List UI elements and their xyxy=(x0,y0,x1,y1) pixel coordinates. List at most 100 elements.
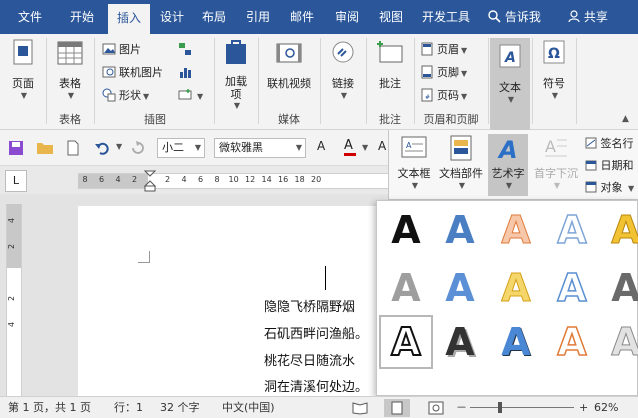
language[interactable]: 中文(中国) xyxy=(222,397,275,418)
save-icon[interactable] xyxy=(8,140,24,156)
wordart-style-blue[interactable]: A xyxy=(433,203,487,257)
quickparts-button[interactable]: 文档部件 ▼ xyxy=(435,134,487,190)
screenshot-button[interactable]: ▼ xyxy=(178,86,203,106)
table-button[interactable]: 表格 ▼ xyxy=(50,38,90,100)
pictures-button[interactable]: 图片 xyxy=(102,40,141,60)
document-line[interactable]: 石矶西畔问渔船。 xyxy=(264,323,368,342)
symbols-label: 符号 xyxy=(543,77,565,90)
tab-review[interactable]: 审阅 xyxy=(327,0,367,34)
document-line[interactable]: 隐隐飞桥隔野烟 xyxy=(264,296,355,315)
chart-button[interactable] xyxy=(178,63,195,83)
font-color-button[interactable]: A xyxy=(344,138,356,156)
tab-file[interactable]: 文件 xyxy=(8,0,52,34)
tab-insert[interactable]: 插入 xyxy=(108,4,150,34)
comment-label: 批注 xyxy=(379,77,401,90)
wordart-style-black[interactable]: A xyxy=(379,203,433,257)
wordart-style-white-outline[interactable]: A xyxy=(545,261,599,315)
wordart-style-gold-soft[interactable]: A xyxy=(489,261,543,315)
wordart-style-dark-gray[interactable]: A xyxy=(599,261,638,315)
chevron-down-icon[interactable]: ▼ xyxy=(116,142,122,151)
chevron-down-icon: ▼ xyxy=(411,181,419,190)
wordart-style-blue-bevel[interactable]: A xyxy=(489,315,543,369)
document-page[interactable]: 隐隐飞桥隔野烟 石矶西畔问渔船。 桃花尽日随流水 洞在清溪何处边。 xyxy=(78,206,398,396)
wordart-style-dark-shadow[interactable]: A xyxy=(433,315,487,369)
text-button[interactable]: A 文本 ▼ xyxy=(490,38,530,130)
font-size-select[interactable]: 小二 ▼ xyxy=(157,138,205,158)
share-button[interactable]: 共享 xyxy=(568,0,608,34)
read-mode-icon[interactable] xyxy=(352,401,368,415)
wordart-style-black-outline-white[interactable]: A xyxy=(379,315,433,369)
wordart-style-orange-white[interactable]: A xyxy=(545,315,599,369)
wordart-style-blue-reflection[interactable]: A xyxy=(433,261,487,315)
online-pictures-button[interactable]: 联机图片 xyxy=(102,63,163,83)
document-line[interactable]: 桃花尽日随流水 xyxy=(264,350,355,369)
symbols-button[interactable]: Ω 符号 ▼ xyxy=(536,38,572,100)
zoom-level[interactable]: 62% xyxy=(594,397,618,418)
tab-layout[interactable]: 布局 xyxy=(194,0,234,34)
page-number-button[interactable]: # 页码 ▼ xyxy=(420,86,467,106)
tab-home[interactable]: 开始 xyxy=(60,0,104,34)
wordart-style-orange-outline[interactable]: A xyxy=(489,203,543,257)
ruler-tick: 6 xyxy=(197,175,204,184)
horizontal-ruler[interactable]: 8 6 4 2 2 4 6 8 10 12 14 16 18 20 xyxy=(78,170,390,192)
web-layout-icon[interactable] xyxy=(428,401,444,415)
indent-marker-icon[interactable] xyxy=(144,170,156,192)
font-name-select[interactable]: 微软雅黑 ▼ xyxy=(214,138,306,158)
links-button[interactable]: 链接 ▼ xyxy=(324,38,362,100)
chevron-down-icon: ▼ xyxy=(295,143,302,152)
status-bar: 第 1 页，共 1 页 行：1 32 个字 中文(中国) － + 62% xyxy=(0,396,638,418)
comment-button[interactable]: 批注 xyxy=(370,38,410,91)
textbox-button[interactable]: A 文本框 ▼ xyxy=(393,134,435,190)
wordart-icon: A xyxy=(497,136,518,164)
wordart-style-gold[interactable]: A xyxy=(599,203,638,257)
online-video-button[interactable]: 联机视频 xyxy=(262,38,316,91)
redo-icon[interactable] xyxy=(130,140,146,156)
signature-line-button[interactable]: 签名行 xyxy=(585,135,634,151)
font-size-value: 小二 xyxy=(162,141,184,154)
addins-button[interactable]: 加载项 ▼ xyxy=(218,38,254,110)
tab-developer[interactable]: 开发工具 xyxy=(416,0,476,34)
date-time-label: 日期和 xyxy=(600,159,634,172)
new-document-icon[interactable] xyxy=(66,140,80,156)
tab-selector[interactable]: L xyxy=(5,170,27,192)
pages-button[interactable]: 页面 ▼ xyxy=(4,38,42,100)
open-folder-icon[interactable] xyxy=(36,140,54,156)
page-count[interactable]: 第 1 页，共 1 页 xyxy=(8,397,91,418)
zoom-thumb[interactable] xyxy=(498,402,502,413)
header-button[interactable]: 页眉 ▼ xyxy=(420,40,467,60)
wordart-style-silver-bevel[interactable]: A xyxy=(599,315,638,369)
shapes-button[interactable]: 形状 ▼ xyxy=(102,86,149,106)
tab-design[interactable]: 设计 xyxy=(152,0,192,34)
document-line[interactable]: 洞在清溪何处边。 xyxy=(264,376,368,395)
vertical-ruler[interactable]: 4 2 2 4 xyxy=(6,204,22,396)
share-label: 共享 xyxy=(583,10,608,24)
zoom-out-button[interactable]: － xyxy=(456,397,467,418)
zoom-in-button[interactable]: + xyxy=(579,397,588,418)
wordart-style-gray-gradient[interactable]: A xyxy=(379,261,433,315)
font-a-button-2[interactable]: A xyxy=(378,139,386,153)
print-layout-button[interactable] xyxy=(384,399,410,417)
tab-mailings[interactable]: 邮件 xyxy=(282,0,322,34)
object-button[interactable]: 对象 ▼ xyxy=(585,179,634,195)
wordart-style-light-blue-outline[interactable]: A xyxy=(545,203,599,257)
tab-references[interactable]: 引用 xyxy=(238,0,278,34)
header-label: 页眉 xyxy=(437,43,459,56)
font-a-button[interactable]: A xyxy=(317,139,325,153)
chevron-down-icon[interactable]: ▼ xyxy=(362,143,368,152)
zoom-slider[interactable] xyxy=(470,407,574,408)
tab-view[interactable]: 视图 xyxy=(371,0,411,34)
tell-me-search[interactable]: 告诉我 xyxy=(488,0,541,34)
word-count[interactable]: 32 个字 xyxy=(160,397,200,418)
wordart-button[interactable]: A 艺术字 ▼ xyxy=(488,134,528,196)
collapse-ribbon-icon[interactable]: ▲ xyxy=(622,114,629,124)
divider xyxy=(488,38,489,124)
chevron-down-icon: ▼ xyxy=(461,46,468,55)
undo-icon[interactable] xyxy=(94,140,110,156)
smartart-button[interactable] xyxy=(178,40,195,60)
footer-button[interactable]: 页脚 ▼ xyxy=(420,63,467,83)
signature-icon xyxy=(585,137,597,149)
screenshot-icon xyxy=(178,89,192,100)
online-video-label: 联机视频 xyxy=(267,77,311,90)
dropcap-button[interactable]: A 首字下沉 ▼ xyxy=(531,134,581,190)
date-time-button[interactable]: 日期和 xyxy=(585,157,634,173)
